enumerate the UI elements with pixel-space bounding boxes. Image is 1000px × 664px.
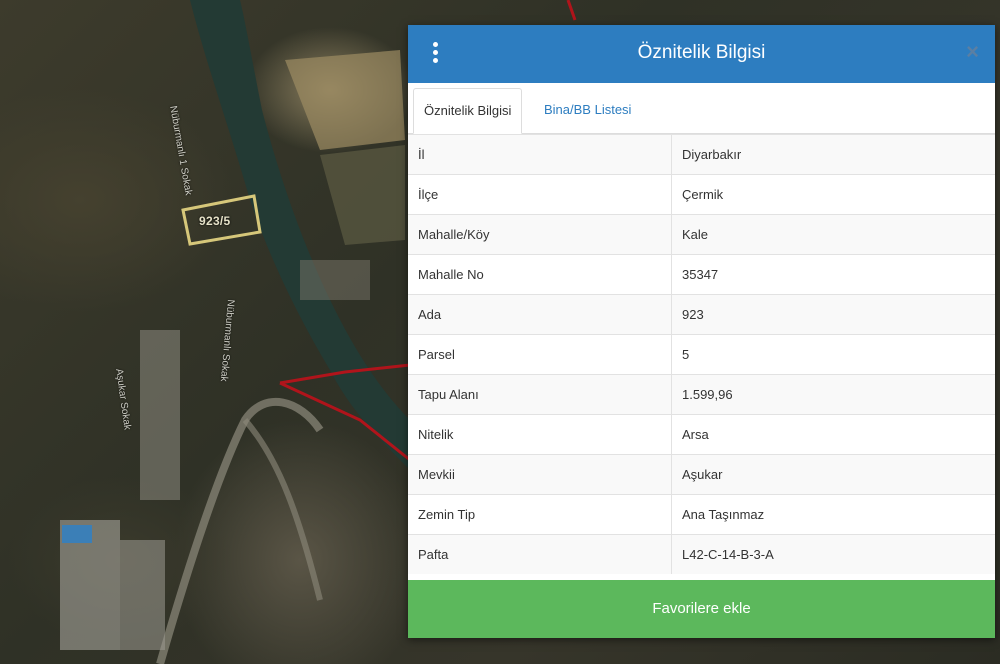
row-value: Ana Taşınmaz — [671, 494, 995, 535]
dialog-title: Öznitelik Bilgisi — [637, 42, 766, 63]
row-value: Arsa — [671, 414, 995, 455]
row-value: L42-C-14-B-3-A — [671, 534, 995, 574]
row-value: Aşukar — [671, 454, 995, 495]
tab-attribute-info[interactable]: Öznitelik Bilgisi — [413, 88, 523, 134]
row-value: Diyarbakır — [671, 134, 995, 175]
table-row: İlçe Çermik — [408, 174, 995, 215]
table-row: Ada 923 — [408, 294, 995, 335]
row-value: 35347 — [671, 254, 995, 295]
table-row: Parsel 5 — [408, 334, 995, 375]
pool — [62, 525, 92, 543]
building — [120, 540, 165, 650]
row-key: İl — [408, 134, 672, 175]
row-key: Pafta — [408, 534, 672, 574]
row-key: İlçe — [408, 174, 672, 215]
field — [285, 50, 405, 150]
add-to-favorites-button[interactable]: Favorilere ekle — [408, 580, 995, 638]
row-value: Çermik — [671, 174, 995, 215]
road — [156, 398, 324, 664]
row-key: Tapu Alanı — [408, 374, 672, 415]
row-value: Kale — [671, 214, 995, 255]
table-row: Nitelik Arsa — [408, 414, 995, 455]
table-row: Zemin Tip Ana Taşınmaz — [408, 494, 995, 535]
table-row: Mahalle No 35347 — [408, 254, 995, 295]
dialog-header: Öznitelik Bilgisi × — [408, 25, 995, 83]
close-icon[interactable]: × — [966, 41, 979, 63]
row-key: Zemin Tip — [408, 494, 672, 535]
row-key: Mahalle/Köy — [408, 214, 672, 255]
table-row: Pafta L42-C-14-B-3-A — [408, 534, 995, 574]
row-key: Nitelik — [408, 414, 672, 455]
table-row: İl Diyarbakır — [408, 134, 995, 175]
row-key: Parsel — [408, 334, 672, 375]
road — [242, 418, 323, 601]
attribute-info-dialog: Öznitelik Bilgisi × Öznitelik Bilgisi Bi… — [408, 25, 995, 638]
row-key: Mevkii — [408, 454, 672, 495]
building — [300, 260, 370, 300]
field — [320, 145, 405, 245]
table-row: Mevkii Aşukar — [408, 454, 995, 495]
red-boundary — [566, 0, 577, 21]
parcel-label: 923/5 — [199, 214, 231, 228]
attribute-table: İl Diyarbakır İlçe Çermik Mahalle/Köy Kale … — [408, 134, 995, 574]
tab-bar: Öznitelik Bilgisi Bina/BB Listesi — [408, 83, 995, 134]
row-value: 1.599,96 — [671, 374, 995, 415]
row-key: Mahalle No — [408, 254, 672, 295]
table-row: Tapu Alanı 1.599,96 — [408, 374, 995, 415]
row-key: Ada — [408, 294, 672, 335]
row-value: 923 — [671, 294, 995, 335]
row-value: 5 — [671, 334, 995, 375]
table-row: Mahalle/Köy Kale — [408, 214, 995, 255]
building — [140, 330, 180, 500]
tab-building-list[interactable]: Bina/BB Listesi — [534, 88, 641, 132]
